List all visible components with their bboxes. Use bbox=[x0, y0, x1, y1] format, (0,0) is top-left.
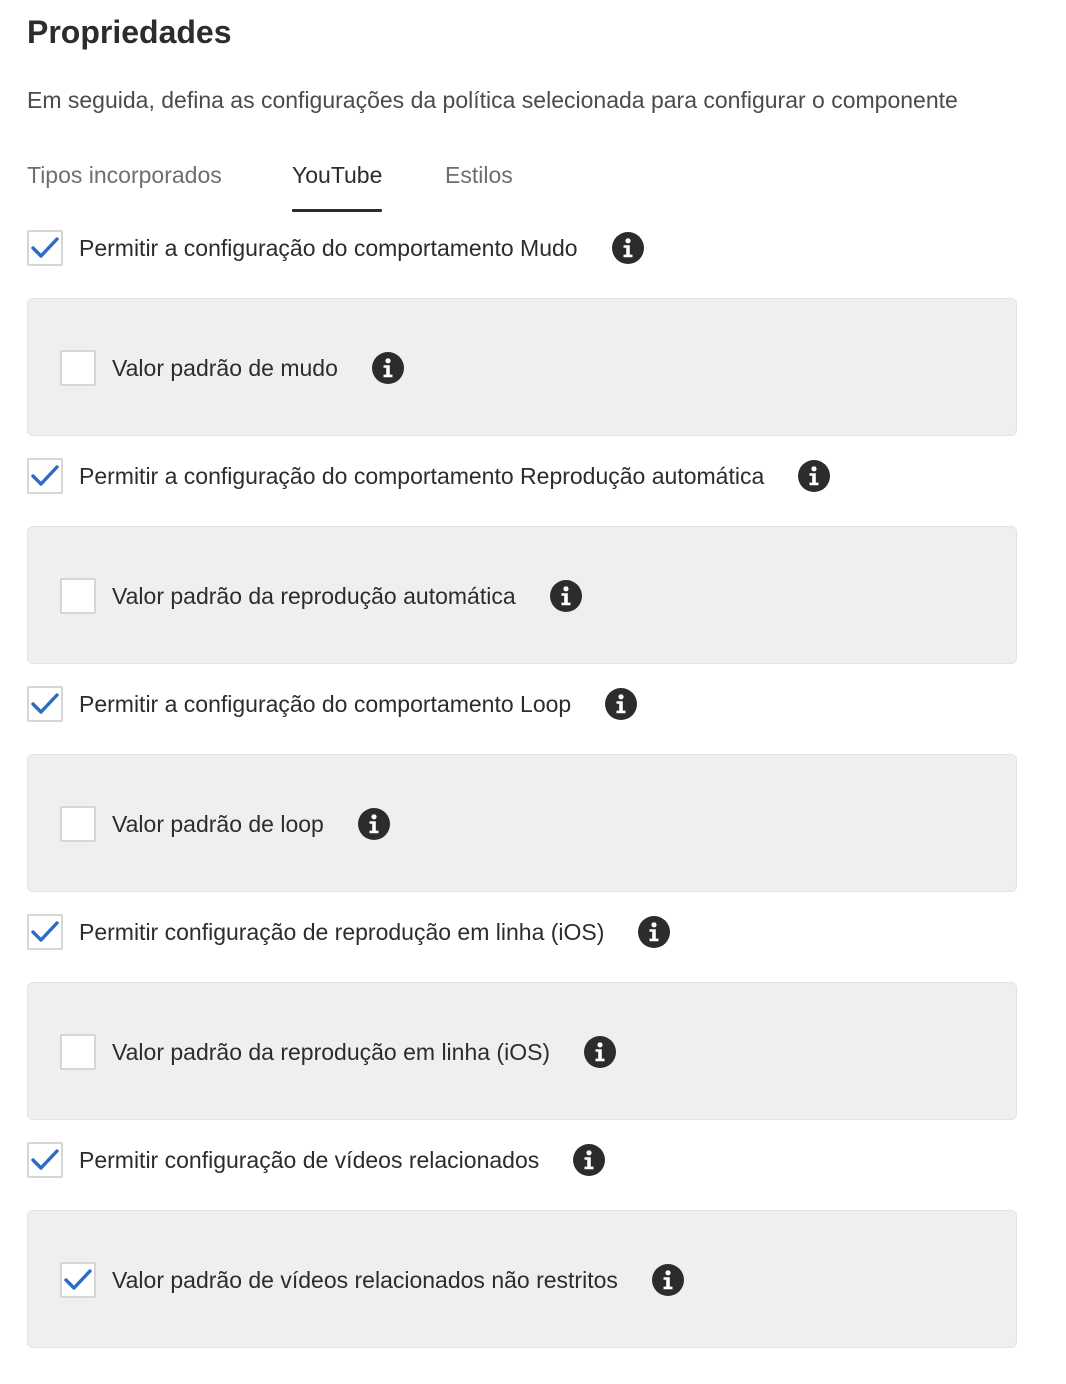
info-icon[interactable] bbox=[573, 1144, 606, 1176]
default-related-checkbox[interactable] bbox=[60, 1262, 96, 1298]
info-icon[interactable] bbox=[638, 916, 671, 948]
allow-loop-label: Permitir a configuração do comportamento… bbox=[79, 690, 572, 717]
info-glyph bbox=[649, 922, 659, 942]
default-related-label: Valor padrão de vídeos relacionados não … bbox=[112, 1266, 618, 1293]
default-row-related: Valor padrão de vídeos relacionados não … bbox=[60, 1260, 684, 1300]
info-glyph bbox=[584, 1150, 594, 1170]
default-loop-checkbox[interactable] bbox=[60, 806, 96, 842]
setting-row-loop: Permitir a configuração do comportamento… bbox=[27, 684, 638, 724]
info-glyph bbox=[561, 586, 571, 606]
tab-estilos[interactable]: Estilos bbox=[445, 158, 513, 212]
default-panel-related: Valor padrão de vídeos relacionados não … bbox=[27, 1210, 1017, 1348]
default-row-loop: Valor padrão de loop bbox=[60, 804, 390, 844]
checkmark-icon bbox=[64, 1269, 92, 1290]
default-row-mudo: Valor padrão de mudo bbox=[60, 348, 404, 388]
info-icon[interactable] bbox=[605, 688, 638, 720]
default-row-autoplay: Valor padrão da reprodução automática bbox=[60, 576, 582, 616]
default-panel-inline-ios: Valor padrão da reprodução em linha (iOS… bbox=[27, 982, 1017, 1120]
default-loop-label: Valor padrão de loop bbox=[112, 810, 324, 837]
allow-related-checkbox[interactable] bbox=[27, 1142, 63, 1178]
setting-row-inline-ios: Permitir configuração de reprodução em l… bbox=[27, 912, 671, 952]
info-glyph bbox=[595, 1042, 605, 1062]
allow-inline-ios-checkbox[interactable] bbox=[27, 914, 63, 950]
info-glyph bbox=[616, 694, 626, 714]
checkmark-icon bbox=[31, 693, 59, 714]
default-panel-mudo: Valor padrão de mudo bbox=[27, 298, 1017, 436]
setting-row-related: Permitir configuração de vídeos relacion… bbox=[27, 1140, 606, 1180]
info-icon[interactable] bbox=[371, 352, 404, 384]
allow-loop-checkbox[interactable] bbox=[27, 686, 63, 722]
info-glyph bbox=[809, 466, 819, 486]
allow-mute-label: Permitir a configuração do comportamento… bbox=[79, 234, 578, 261]
info-icon[interactable] bbox=[584, 1036, 617, 1068]
info-icon[interactable] bbox=[611, 232, 644, 264]
info-icon[interactable] bbox=[798, 460, 831, 492]
allow-inline-ios-label: Permitir configuração de reprodução em l… bbox=[79, 918, 605, 945]
info-icon[interactable] bbox=[549, 580, 582, 612]
info-icon[interactable] bbox=[357, 808, 390, 840]
default-mute-checkbox[interactable] bbox=[60, 350, 96, 386]
tab-tipos-incorporados[interactable]: Tipos incorporados bbox=[27, 158, 222, 212]
allow-autoplay-checkbox[interactable] bbox=[27, 458, 63, 494]
page-title: Propriedades bbox=[27, 14, 232, 50]
default-inline-ios-checkbox[interactable] bbox=[60, 1034, 96, 1070]
checkmark-icon bbox=[31, 921, 59, 942]
setting-row-autoplay: Permitir a configuração do comportamento… bbox=[27, 456, 831, 496]
allow-mute-checkbox[interactable] bbox=[27, 230, 63, 266]
page-subtitle: Em seguida, defina as configurações da p… bbox=[27, 87, 958, 113]
info-glyph bbox=[369, 814, 379, 834]
checkmark-icon bbox=[31, 237, 59, 258]
info-glyph bbox=[663, 1270, 673, 1290]
tab-youtube[interactable]: YouTube bbox=[292, 158, 383, 212]
default-panel-loop: Valor padrão de loop bbox=[27, 754, 1017, 892]
checkmark-icon bbox=[31, 465, 59, 486]
info-icon[interactable] bbox=[651, 1264, 684, 1296]
info-glyph bbox=[383, 358, 393, 378]
allow-related-label: Permitir configuração de vídeos relacion… bbox=[79, 1146, 540, 1173]
checkmark-icon bbox=[31, 1149, 59, 1170]
setting-row-mudo: Permitir a configuração do comportamento… bbox=[27, 228, 644, 268]
default-inline-ios-label: Valor padrão da reprodução em linha (iOS… bbox=[112, 1038, 551, 1065]
default-panel-autoplay: Valor padrão da reprodução automática bbox=[27, 526, 1017, 664]
allow-autoplay-label: Permitir a configuração do comportamento… bbox=[79, 462, 765, 489]
default-autoplay-label: Valor padrão da reprodução automática bbox=[112, 582, 516, 609]
default-mute-label: Valor padrão de mudo bbox=[112, 354, 338, 381]
default-autoplay-checkbox[interactable] bbox=[60, 578, 96, 614]
default-row-inline-ios: Valor padrão da reprodução em linha (iOS… bbox=[60, 1032, 617, 1072]
info-glyph bbox=[623, 238, 633, 258]
tab-bar: Tipos incorporados YouTube Estilos bbox=[27, 158, 1017, 212]
